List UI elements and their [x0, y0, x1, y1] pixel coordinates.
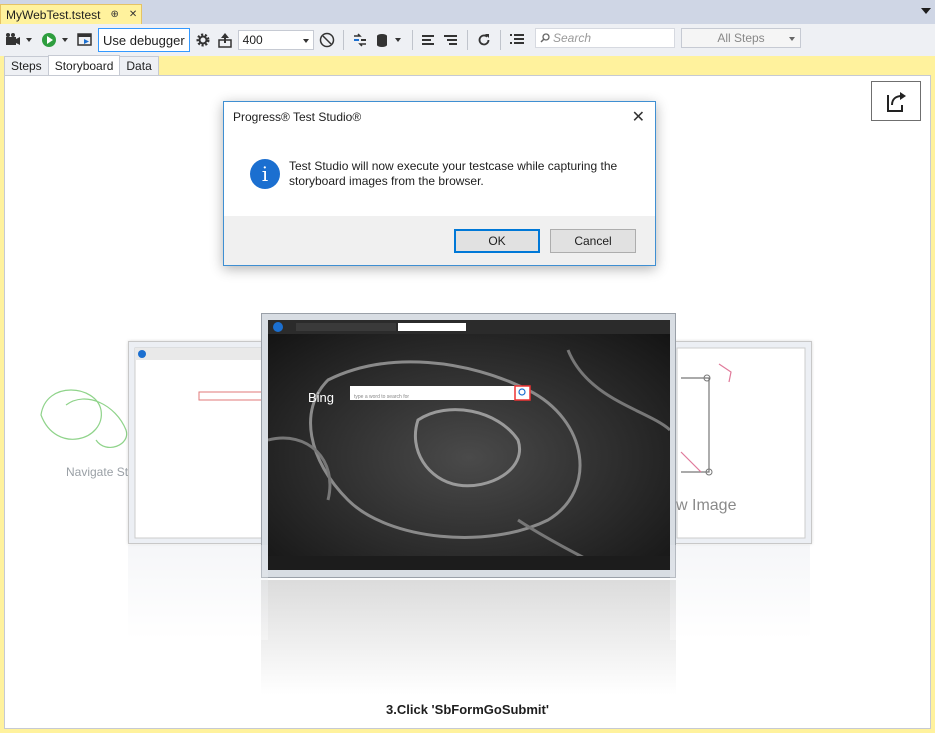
bing-search-placeholder: type a word to search for: [354, 394, 410, 400]
tab-data[interactable]: Data: [119, 56, 159, 75]
view-image-label: w Image: [676, 497, 737, 514]
ok-button[interactable]: OK: [454, 229, 540, 253]
info-icon: i: [250, 159, 280, 189]
settings-gear-icon[interactable]: [194, 31, 212, 49]
steps-filter-value: All Steps: [717, 31, 765, 45]
export-upload-icon[interactable]: [216, 31, 234, 49]
translators-icon[interactable]: [351, 31, 369, 49]
execution-delay-select[interactable]: 400: [237, 30, 314, 50]
close-icon[interactable]: ✕: [632, 107, 645, 127]
sort-lines-icon[interactable]: [442, 31, 460, 49]
toolbar-separator: [411, 30, 413, 50]
search-icon: [540, 33, 550, 43]
dialog-message: Test Studio will now execute your testca…: [289, 159, 618, 188]
search-input[interactable]: Search: [535, 28, 675, 48]
close-tab-icon[interactable]: ✕: [129, 9, 137, 20]
steps-filter-select[interactable]: All Steps: [681, 28, 801, 48]
use-debugger-button[interactable]: Use debugger: [98, 28, 190, 52]
toolbar-separator: [466, 30, 468, 50]
document-tab[interactable]: MyWebTest.tstest ⊕ ✕: [0, 4, 142, 24]
view-subtabs: Steps Storyboard Data: [4, 55, 159, 75]
refresh-icon[interactable]: [475, 31, 493, 49]
search-placeholder: Search: [553, 31, 592, 45]
dialog-title: Progress® Test Studio®: [233, 110, 362, 124]
step-list-icon[interactable]: [508, 31, 526, 49]
cancel-button[interactable]: Cancel: [550, 229, 636, 253]
share-export-icon: [887, 92, 906, 112]
execution-delay-value: 400: [242, 33, 263, 47]
chevron-down-icon: [302, 39, 309, 43]
pin-icon[interactable]: ⊕: [110, 9, 118, 20]
current-step-caption: 3.Click 'SbFormGoSubmit': [386, 702, 549, 717]
storyboard-card-previous[interactable]: [128, 341, 270, 544]
database-icon[interactable]: [373, 31, 391, 49]
format-steps-icon[interactable]: [420, 31, 438, 49]
timeout-clock-icon[interactable]: [318, 31, 336, 49]
bing-logo-text: Bing: [308, 390, 335, 405]
tab-storyboard[interactable]: Storyboard: [47, 55, 121, 75]
export-storyboard-button[interactable]: [871, 81, 921, 121]
record-dropdown-caret[interactable]: [26, 38, 32, 42]
info-dialog: Progress® Test Studio® ✕ i Test Studio w…: [223, 101, 656, 266]
toolbar-separator: [342, 30, 344, 50]
record-camera-icon[interactable]: [4, 31, 22, 49]
run-icon[interactable]: [40, 31, 58, 49]
tab-steps[interactable]: Steps: [4, 56, 49, 75]
current-screenshot: Bing type a word to search for: [268, 320, 670, 570]
database-dropdown-caret[interactable]: [394, 38, 401, 42]
storyboard-reflection: [670, 545, 810, 640]
storyboard-card-current[interactable]: Bing type a word to search for: [261, 313, 676, 578]
chevron-down-icon: [789, 37, 795, 41]
tab-overflow-icon[interactable]: [921, 8, 931, 14]
previous-screenshot-thumbnail: [134, 347, 266, 539]
storyboard-reflection: [261, 580, 676, 695]
document-tab-title: MyWebTest.tstest: [6, 7, 101, 22]
storyboard-reflection: [128, 545, 268, 640]
run-dropdown-caret[interactable]: [62, 38, 68, 42]
run-to-icon[interactable]: [76, 31, 94, 49]
toolbar-separator: [499, 30, 501, 50]
